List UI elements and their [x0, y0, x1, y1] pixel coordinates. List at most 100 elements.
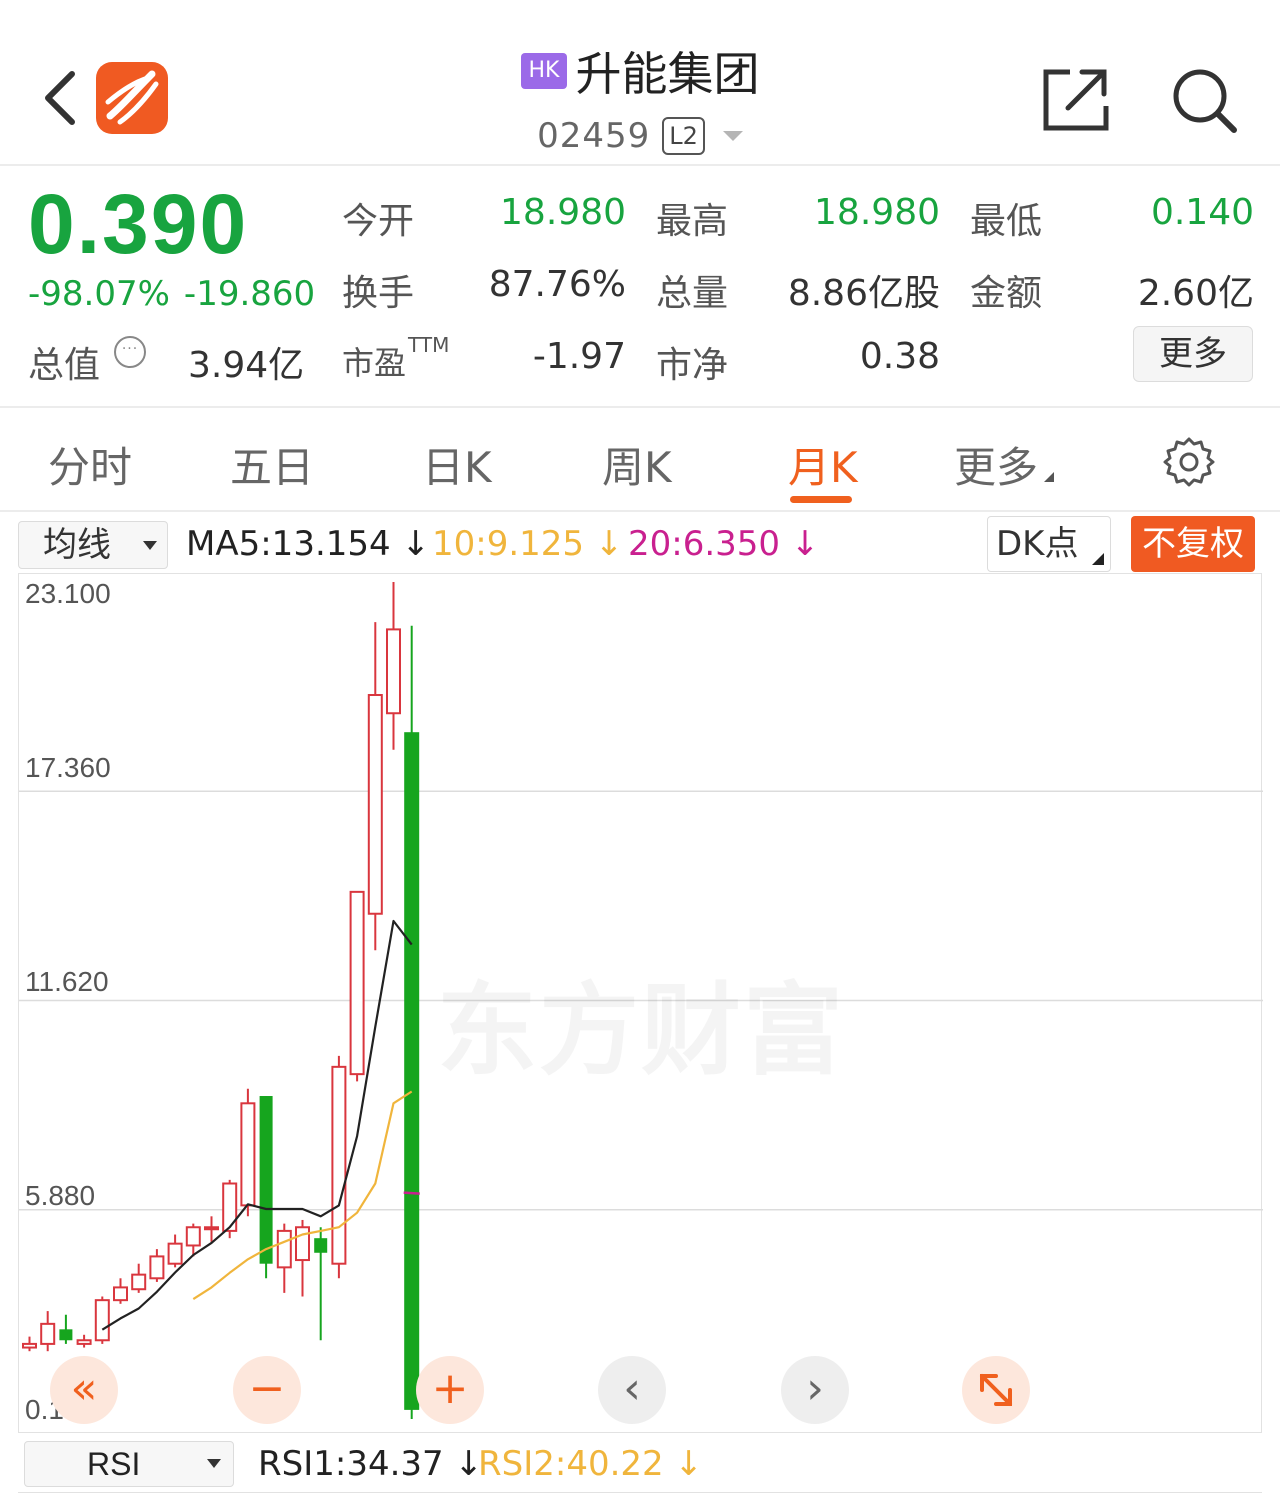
candle-body: [204, 1226, 219, 1231]
market-badge: HK: [520, 53, 568, 89]
high-label: 最高: [656, 201, 729, 242]
y-tick-label: 17.360: [25, 752, 111, 783]
candle-body: [240, 1102, 256, 1207]
ma5-value: MA5:13.154 ↓: [186, 524, 430, 564]
pe-ttm-suffix: TTM: [408, 333, 450, 357]
rsi-panel-border: [18, 1492, 1262, 1493]
rsi-selector-label: RSI: [87, 1446, 141, 1482]
open-value: 18.980: [500, 192, 626, 233]
market-cap-label: 总值: [28, 345, 101, 386]
y-tick-label: 5.880: [25, 1180, 96, 1211]
candle-body: [185, 1226, 201, 1247]
down-arrow-icon: ↓: [663, 1444, 703, 1484]
change-amount: -19.860: [183, 274, 316, 314]
tab-five-day[interactable]: 五日: [230, 434, 314, 495]
ma10-value: 10:9.125 ↓: [432, 524, 623, 564]
turnover-label: 换手: [342, 273, 415, 314]
dk-point-button[interactable]: DK点: [987, 516, 1111, 572]
stock-code: 02459: [537, 116, 651, 156]
rsi-selector[interactable]: RSI: [24, 1441, 234, 1487]
level2-badge: L2: [662, 117, 705, 155]
scroll-left-button[interactable]: ‹: [598, 1356, 666, 1424]
pb-label: 市净: [656, 345, 729, 386]
dk-point-label: DK点: [996, 524, 1079, 564]
candle-body: [222, 1182, 238, 1232]
tab-more-label: 更多: [954, 443, 1039, 492]
ma20-marker: [403, 1191, 420, 1195]
low-value: 0.140: [1150, 192, 1254, 233]
last-price: 0.390: [28, 177, 249, 271]
tab-daily-k[interactable]: 日K: [422, 434, 492, 495]
candle-body: [404, 732, 420, 1410]
kline-chart[interactable]: 23.100 17.360 11.620 5.880 0.140 东方财富: [18, 573, 1263, 1433]
turnover-value: 87.76%: [488, 264, 626, 305]
tab-monthly-k[interactable]: 月K: [788, 434, 858, 495]
candle-body: [331, 1065, 347, 1265]
rsi1-text: RSI1:34.37: [258, 1444, 444, 1484]
active-tab-indicator: [790, 496, 852, 503]
no-adjust-button[interactable]: 不复权: [1131, 516, 1255, 572]
candle-body: [349, 890, 365, 1076]
down-arrow-icon: ↓: [780, 524, 820, 564]
settings-gear-icon[interactable]: [1163, 436, 1215, 488]
ma-selector[interactable]: 均线: [18, 521, 168, 569]
pb-value: 0.38: [859, 336, 940, 377]
pe-label: 市盈 TTM: [342, 333, 449, 384]
volume-label: 总量: [656, 273, 729, 314]
expand-arrows-icon: [980, 1374, 1012, 1406]
top-bar: HK 升能集团 02459 L2: [0, 0, 1280, 166]
zoom-out-button[interactable]: −: [233, 1356, 301, 1424]
tab-more[interactable]: 更多: [954, 434, 1055, 495]
corner-triangle-icon: [1092, 553, 1104, 565]
rsi2-text: RSI2:40.22: [478, 1444, 664, 1484]
candle-body: [94, 1299, 110, 1342]
candle-body: [367, 694, 383, 915]
ma20-value: 20:6.350 ↓: [628, 524, 819, 564]
high-value: 18.980: [814, 192, 940, 233]
period-tabs: 分时 五日 日K 周K 月K 更多: [0, 410, 1280, 512]
low-label: 最低: [970, 201, 1043, 242]
tab-intraday[interactable]: 分时: [48, 434, 132, 495]
change-percent: -98.07%: [28, 274, 170, 314]
zoom-in-button[interactable]: +: [416, 1356, 484, 1424]
candle-body: [113, 1286, 128, 1302]
candle-body: [149, 1255, 165, 1280]
down-arrow-icon: ↓: [584, 524, 624, 564]
fullscreen-button[interactable]: [962, 1356, 1030, 1424]
market-cap-value: 3.94亿: [188, 345, 305, 386]
candle-body: [22, 1342, 37, 1349]
share-icon[interactable]: [1040, 64, 1112, 136]
ma-selector-label: 均线: [43, 525, 111, 565]
watermark: 东方财富: [437, 949, 845, 1094]
scroll-right-button[interactable]: ›: [781, 1356, 849, 1424]
pe-value: -1.97: [532, 336, 626, 377]
amount-label: 金额: [970, 273, 1043, 314]
candle-body: [259, 1096, 273, 1264]
ma10-text: 10:9.125: [432, 524, 585, 564]
candle-body: [295, 1226, 310, 1262]
more-info-icon[interactable]: ···: [114, 336, 146, 368]
search-icon[interactable]: [1168, 64, 1240, 136]
rsi2-value: RSI2:40.22 ↓: [478, 1444, 703, 1484]
candle-body: [59, 1329, 73, 1341]
down-arrow-icon: ↓: [390, 524, 430, 564]
volume-value: 8.86亿股: [787, 273, 940, 314]
y-tick-label: 23.100: [25, 578, 111, 609]
corner-triangle-icon: [1044, 472, 1055, 482]
stock-name: 升能集团: [575, 47, 760, 101]
pe-label-text: 市盈: [342, 344, 407, 382]
quote-panel: 0.390 -98.07% -19.860 总值 ··· 3.94亿 今开 18.…: [0, 168, 1280, 408]
dropdown-arrow-icon: [207, 1459, 221, 1468]
open-label: 今开: [342, 201, 415, 242]
ma5-text: MA5:13.154: [186, 524, 391, 564]
price-change: -98.07% -19.860: [28, 274, 315, 314]
tab-weekly-k[interactable]: 周K: [602, 434, 672, 495]
y-tick-label: 11.620: [25, 966, 109, 997]
candle-body: [131, 1273, 147, 1291]
more-quote-button[interactable]: 更多: [1133, 326, 1253, 382]
chevron-down-icon[interactable]: [722, 131, 743, 141]
candle-body: [167, 1242, 183, 1265]
rewind-button[interactable]: «: [50, 1356, 118, 1424]
amount-value: 2.60亿: [1137, 273, 1254, 314]
dropdown-arrow-icon: [143, 541, 157, 550]
